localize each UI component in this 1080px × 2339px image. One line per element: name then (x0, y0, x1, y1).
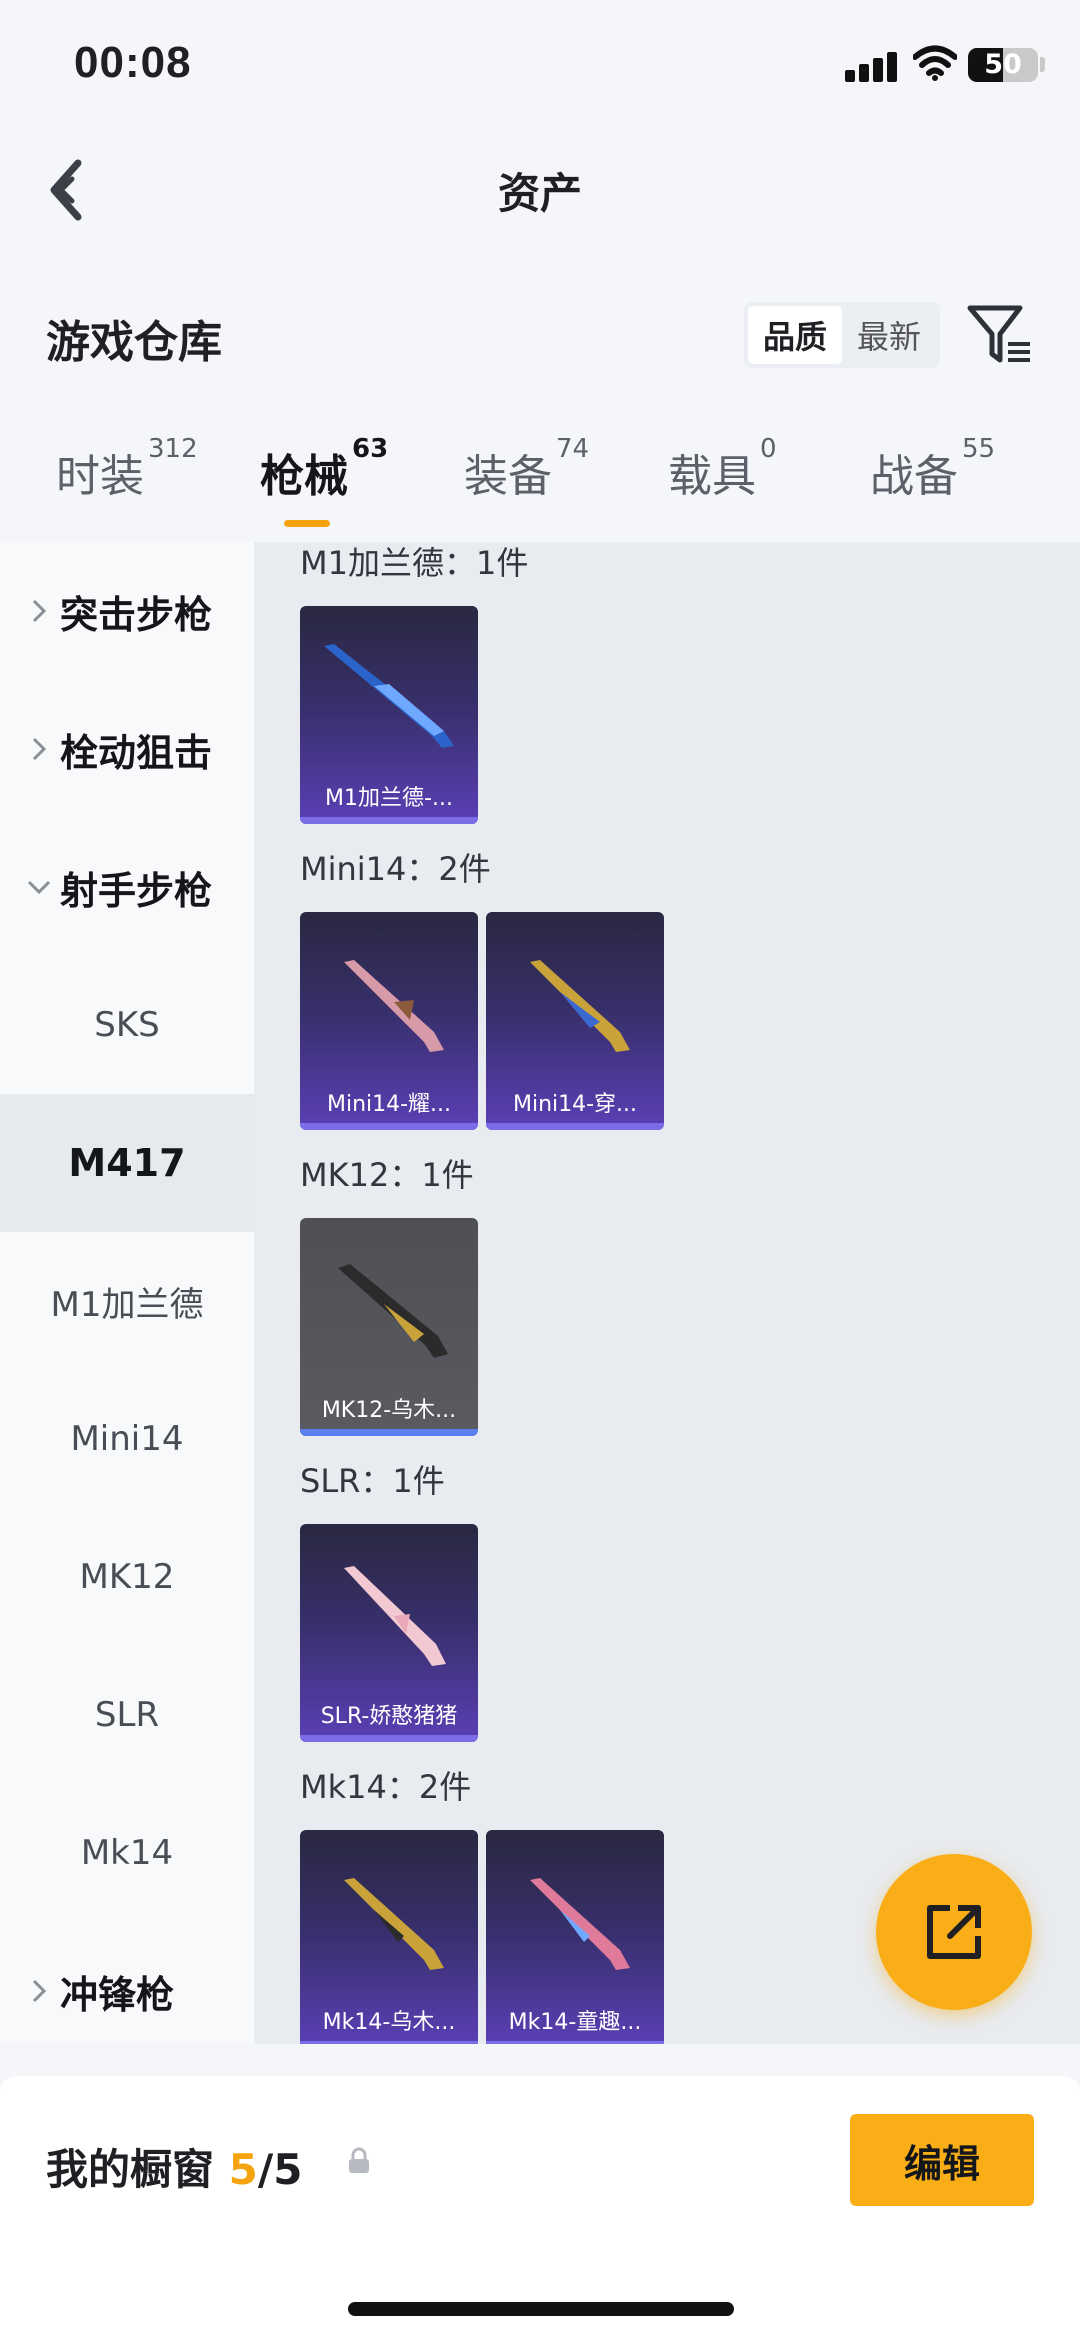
sidebar-item-label: 冲锋枪 (60, 1972, 175, 2017)
sidebar-item-label: 突击步枪 (60, 592, 213, 637)
weapon-card-label: Mk14-童趣... (508, 2010, 642, 2035)
wifi-icon (913, 45, 957, 81)
tab-count: 55 (962, 434, 996, 464)
weapon-card-label: M1加兰德-... (325, 786, 453, 811)
rifle-icon (344, 960, 444, 1052)
showcase-total-count: /5 (257, 2145, 303, 2194)
home-indicator (348, 2302, 734, 2316)
sidebar-item-smg[interactable]: 冲锋枪 (0, 1922, 254, 2060)
sidebar-item-m1-garand[interactable]: M1加兰德 (0, 1232, 254, 1370)
chevron-right-icon (22, 1978, 56, 2004)
rifle-icon (530, 1878, 630, 1970)
rarity-bar (300, 1123, 478, 1130)
group-label-slr: SLR：1件 (300, 1462, 445, 1500)
rifle-icon (344, 1566, 446, 1666)
tab-label: 载具 (668, 451, 756, 502)
showcase-bar: 我的橱窗 5/5 编辑 (0, 2076, 1080, 2339)
rarity-bar (300, 1429, 478, 1436)
battery-level-text: 50 (984, 49, 1022, 80)
sidebar-item-label: 射手步枪 (60, 868, 213, 913)
status-bar: 00:08 50 (0, 0, 1080, 130)
rifle-icon (530, 960, 630, 1052)
page-title: 资产 (497, 169, 582, 218)
sidebar-item-assault-rifle[interactable]: 突击步枪 (0, 542, 254, 680)
edit-button[interactable]: 编辑 (850, 2114, 1034, 2206)
rarity-bar (300, 1735, 478, 1742)
weapon-card[interactable]: SLR-娇憨猪猪 (300, 1524, 478, 1742)
sort-option-latest[interactable]: 最新 (842, 306, 936, 364)
weapon-card[interactable]: Mini14-穿... (486, 912, 664, 1130)
rarity-bar (300, 817, 478, 824)
sidebar-item-slr[interactable]: SLR (0, 1646, 254, 1784)
battery-icon: 50 (968, 48, 1038, 82)
showcase-current-count: 5 (228, 2145, 258, 2194)
share-icon (927, 1905, 981, 1959)
weapon-category-sidebar: 突击步枪 栓动狙击 射手步枪 SKS M417 M1加兰德 Mini14 MK1… (0, 542, 254, 2042)
sidebar-item-bolt-sniper[interactable]: 栓动狙击 (0, 680, 254, 818)
tab-count: 74 (556, 434, 590, 464)
rarity-bar (486, 2041, 664, 2044)
rarity-bar (486, 1123, 664, 1130)
tab-equipment[interactable]: 装备74 (464, 434, 589, 504)
weapon-card[interactable]: Mk14-童趣... (486, 1830, 664, 2044)
chevron-right-icon (22, 598, 56, 624)
tab-count: 312 (148, 434, 198, 464)
weapon-card-label: SLR-娇憨猪猪 (320, 1704, 458, 1729)
group-label-mk12: MK12：1件 (300, 1156, 474, 1194)
rifle-icon (338, 1264, 448, 1358)
rifle-icon (324, 644, 454, 748)
chevron-right-icon (22, 736, 56, 762)
filter-icon (967, 305, 1030, 363)
tab-label: 战备 (870, 451, 958, 502)
tab-count: 0 (760, 434, 777, 464)
sort-option-quality[interactable]: 品质 (748, 306, 842, 364)
group-label-mini14: Mini14：2件 (300, 850, 491, 888)
weapon-card[interactable]: MK12-乌木... (300, 1218, 478, 1436)
tab-supplies[interactable]: 战备55 (870, 434, 995, 504)
chevron-down-icon (22, 879, 56, 895)
sidebar-item-mk12[interactable]: MK12 (0, 1508, 254, 1646)
sidebar-item-marksman-rifle[interactable]: 射手步枪 (0, 818, 254, 956)
category-tabs: 时装312 枪械63 装备74 载具0 战备55 (0, 434, 1080, 540)
sort-toggle[interactable]: 品质 最新 (744, 302, 940, 368)
weapon-card[interactable]: Mk14-乌木... (300, 1830, 478, 2044)
rarity-bar (300, 2041, 478, 2044)
sidebar-item-mk14[interactable]: Mk14 (0, 1784, 254, 1922)
weapon-card-label: Mini14-穿... (512, 1092, 638, 1117)
tab-label: 时装 (56, 451, 144, 502)
rifle-icon (344, 1878, 444, 1970)
group-label-mk14: Mk14：2件 (300, 1768, 472, 1806)
tab-count: 63 (352, 434, 389, 464)
filter-button[interactable] (966, 302, 1034, 368)
weapon-card-label: MK12-乌木... (321, 1398, 457, 1423)
battery-cap (1040, 57, 1045, 72)
group-label-m1-garand: M1加兰德：1件 (300, 544, 529, 582)
weapon-card-label: Mini14-耀... (326, 1092, 452, 1117)
weapon-card[interactable]: M1加兰德-... (300, 606, 478, 824)
weapon-skin-list: M1加兰德：1件 M1加兰德-... Mini14：2件 Mini14-耀...… (254, 542, 1080, 2044)
tab-fashion[interactable]: 时装312 (56, 434, 198, 504)
sidebar-item-mini14[interactable]: Mini14 (0, 1370, 254, 1508)
status-time: 00:08 (74, 38, 192, 87)
active-tab-indicator (284, 520, 330, 527)
share-button[interactable] (876, 1854, 1032, 2010)
sidebar-item-m417[interactable]: M417 (0, 1094, 254, 1232)
sidebar-item-label: 栓动狙击 (60, 730, 213, 775)
sidebar-item-sks[interactable]: SKS (0, 956, 254, 1094)
tab-label: 枪械 (260, 451, 348, 502)
signal-icon (845, 52, 901, 82)
showcase-title: 我的橱窗 (46, 2145, 215, 2194)
tab-vehicles[interactable]: 载具0 (668, 434, 777, 504)
tab-label: 装备 (464, 451, 552, 502)
weapon-card-label: Mk14-乌木... (322, 2010, 456, 2035)
section-title: 游戏仓库 (46, 317, 222, 368)
lock-icon (349, 2147, 369, 2173)
tab-firearms[interactable]: 枪械63 (260, 434, 388, 504)
showcase-label: 我的橱窗 5/5 (46, 2136, 302, 2197)
weapon-card[interactable]: Mini14-耀... (300, 912, 478, 1130)
